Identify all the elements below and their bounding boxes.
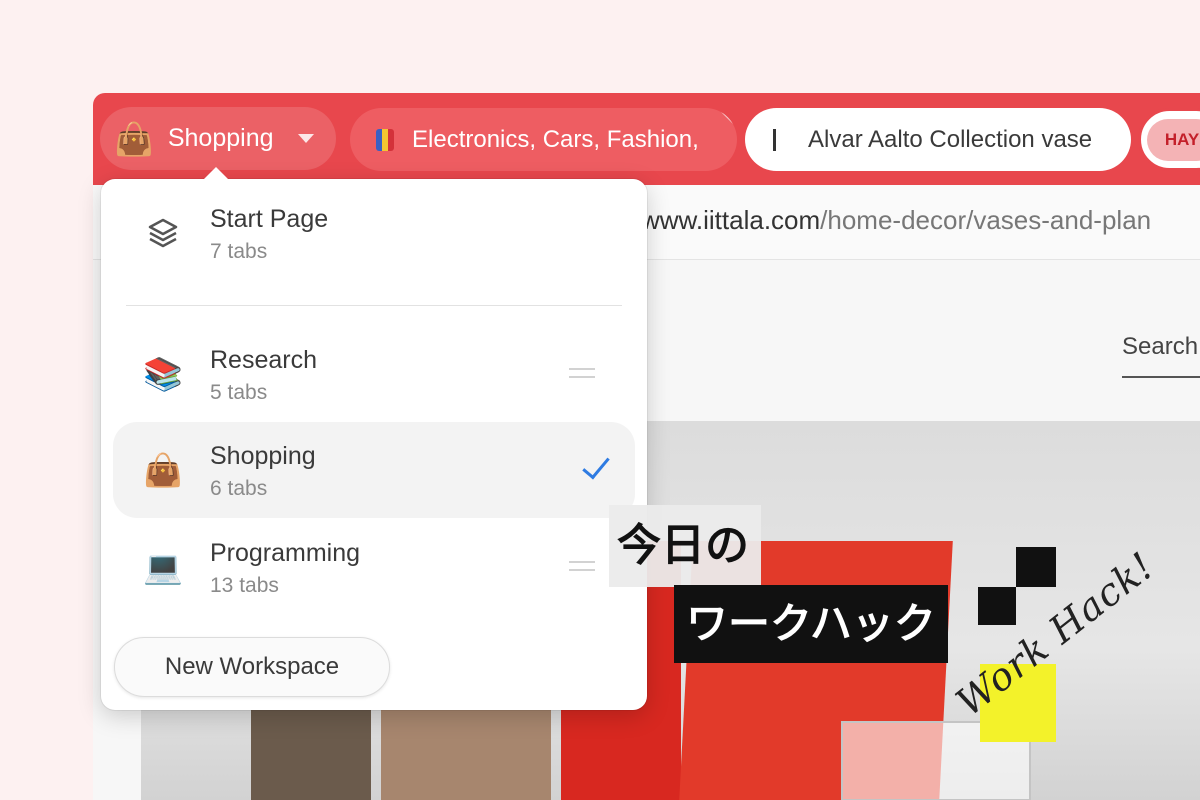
favicon-icon [376, 128, 394, 151]
tab-bar: 👜 Shopping Electronics, Cars, Fashion, A… [93, 93, 1200, 185]
chevron-down-icon [297, 134, 314, 143]
decor-square [1016, 547, 1056, 587]
workspace-tab-count: 5 tabs [210, 381, 268, 404]
books-icon: 📚 [143, 356, 183, 392]
tab-label: Electronics, Cars, Fashion, [412, 125, 699, 153]
layers-icon [143, 213, 183, 253]
checkmark-icon [582, 450, 610, 480]
url-path: /home-decor/vases-and-plan [820, 205, 1152, 235]
workspace-tab-count: 7 tabs [210, 240, 268, 263]
workspace-menu: Start Page 7 tabs 📚 Research 5 tabs 👜 Sh… [101, 167, 647, 710]
url-domain: www.iittala.com [641, 205, 821, 235]
tab-hay[interactable]: HAY [1138, 108, 1200, 171]
site-search-link[interactable]: Search [1122, 333, 1198, 361]
laptop-icon: 💻 [143, 549, 183, 585]
decor-square [978, 587, 1016, 625]
workspace-tab-count: 13 tabs [210, 574, 279, 597]
handbag-icon: 👜 [114, 120, 154, 157]
text-cursor-icon [773, 128, 776, 151]
workspace-item-start-page[interactable]: Start Page 7 tabs [113, 185, 635, 281]
tab-label: Alvar Aalto Collection vase [808, 125, 1093, 153]
drag-handle-icon[interactable] [569, 561, 595, 571]
workspace-item-shopping[interactable]: 👜 Shopping 6 tabs [113, 422, 635, 518]
tab-electronics[interactable]: Electronics, Cars, Fashion, [350, 108, 737, 171]
overlay-title-line2: ワークハック [674, 585, 948, 663]
handbag-icon: 👜 [143, 452, 183, 488]
tab-alvar-aalto[interactable]: Alvar Aalto Collection vase [745, 108, 1131, 171]
workspace-switcher-button[interactable]: 👜 Shopping [100, 107, 336, 170]
search-underline [1122, 376, 1200, 378]
workspace-name: Research [210, 346, 317, 374]
workspace-item-programming[interactable]: 💻 Programming 13 tabs [113, 519, 635, 615]
workspace-name: Programming [210, 539, 361, 567]
workspace-tab-count: 6 tabs [210, 477, 268, 500]
overlay-title-line1: 今日の [609, 505, 761, 587]
workspace-item-research[interactable]: 📚 Research 5 tabs [113, 326, 635, 422]
menu-pointer [203, 167, 229, 180]
workspace-switcher-label: Shopping [167, 124, 274, 152]
workspace-name: Start Page [210, 205, 329, 233]
hay-favicon: HAY [1147, 118, 1200, 161]
workspace-name: Shopping [210, 442, 316, 470]
url-text[interactable]: www.iittala.com/home-decor/vases-and-pla… [641, 205, 1151, 236]
menu-divider [126, 305, 622, 306]
tab-fold [717, 108, 737, 128]
new-workspace-button[interactable]: New Workspace [114, 637, 390, 697]
drag-handle-icon[interactable] [569, 368, 595, 378]
